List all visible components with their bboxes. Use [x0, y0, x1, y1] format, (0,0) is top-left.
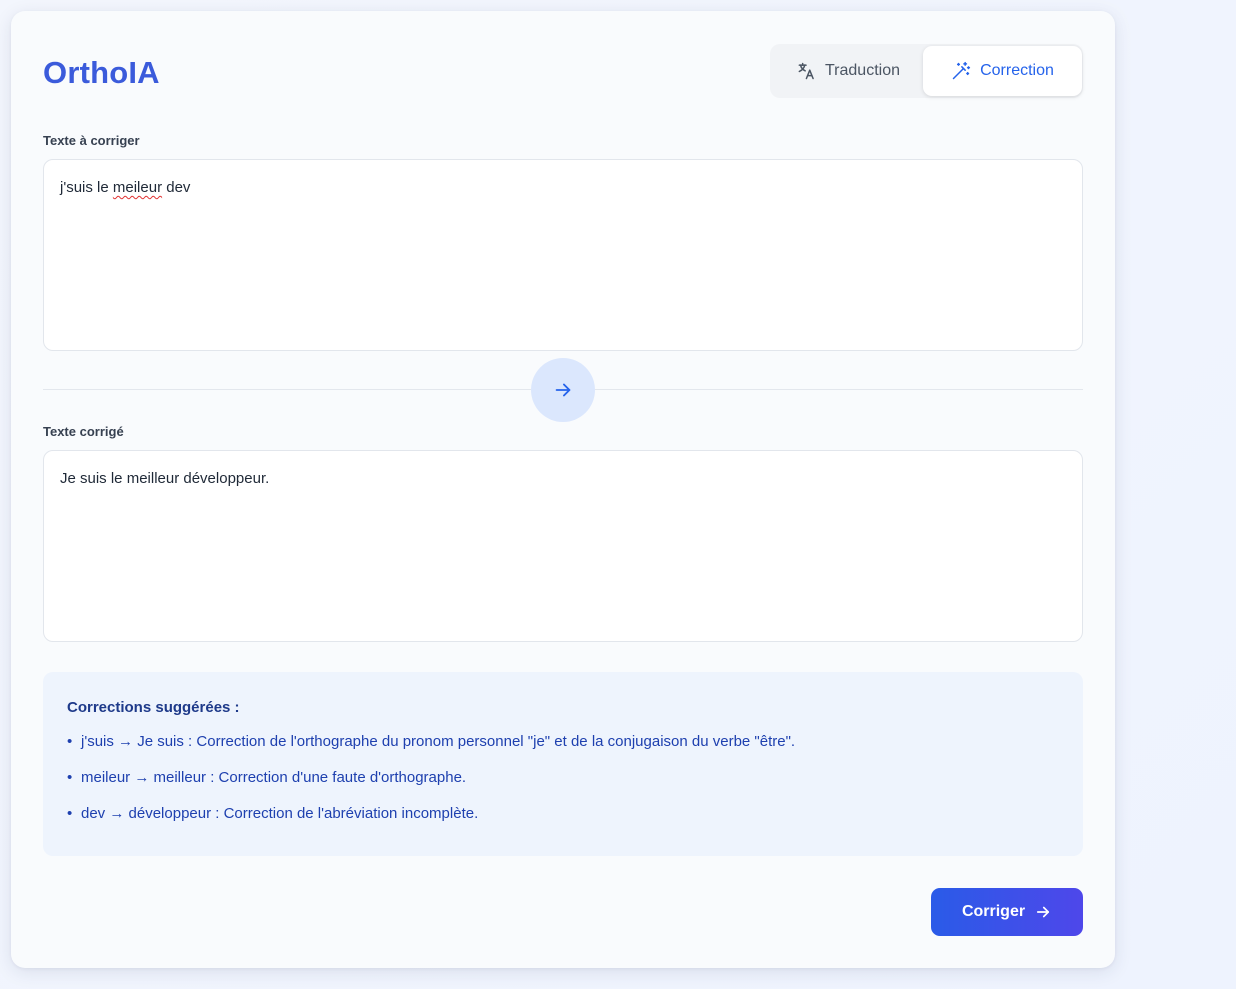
output-text: Je suis le meilleur développeur.: [60, 470, 270, 487]
suggestion-item: • j'suis → Je suis : Correction de l'ort…: [67, 732, 1059, 752]
swap-button[interactable]: [531, 358, 595, 422]
bullet-icon: •: [67, 733, 73, 750]
correct-button-label: Corriger: [961, 903, 1026, 920]
bullet-icon: •: [67, 805, 73, 822]
suggestion-item: • dev → développeur : Correction de l'ab…: [67, 804, 1059, 824]
suggestions-list: • j'suis → Je suis : Correction de l'ort…: [67, 732, 1059, 824]
mode-switch: Traduction Correction: [770, 44, 1083, 98]
magic-wand-icon: [951, 61, 971, 81]
suggestion-item: • meileur → meilleur : Correction d'une …: [67, 768, 1059, 788]
suggestion-text: j'suis → Je suis : Correction de l'ortho…: [81, 733, 796, 750]
suggestion-text: meileur → meilleur : Correction d'une fa…: [81, 769, 467, 786]
correct-button[interactable]: Corriger: [931, 888, 1083, 936]
arrow-right-icon: [1034, 903, 1052, 921]
output-textarea[interactable]: Je suis le meilleur développeur.: [43, 450, 1083, 642]
suggestions-panel: Corrections suggérées : • j'suis → Je su…: [43, 672, 1083, 856]
translate-icon: [796, 61, 816, 81]
tab-translation-label: Traduction: [825, 62, 900, 79]
tab-translation[interactable]: Traduction: [774, 46, 922, 96]
input-label: Texte à corriger: [43, 133, 140, 148]
suggestions-title: Corrections suggérées :: [67, 699, 240, 716]
input-text-part: j'suis le: [60, 179, 113, 196]
misspelled-word: meileur: [112, 179, 163, 196]
suggestion-text: dev → développeur : Correction de l'abré…: [81, 805, 479, 822]
output-label: Texte corrigé: [43, 424, 124, 439]
tab-correction[interactable]: Correction: [923, 46, 1082, 96]
input-text-part: dev: [162, 179, 191, 196]
bullet-icon: •: [67, 769, 73, 786]
input-textarea[interactable]: j'suis le meileur dev: [43, 159, 1083, 351]
app-title: OrthoIA: [43, 55, 160, 90]
app-card: OrthoIA Traduction Correction Texte à co…: [11, 11, 1115, 968]
arrow-right-icon: [552, 379, 574, 401]
tab-correction-label: Correction: [980, 62, 1054, 79]
